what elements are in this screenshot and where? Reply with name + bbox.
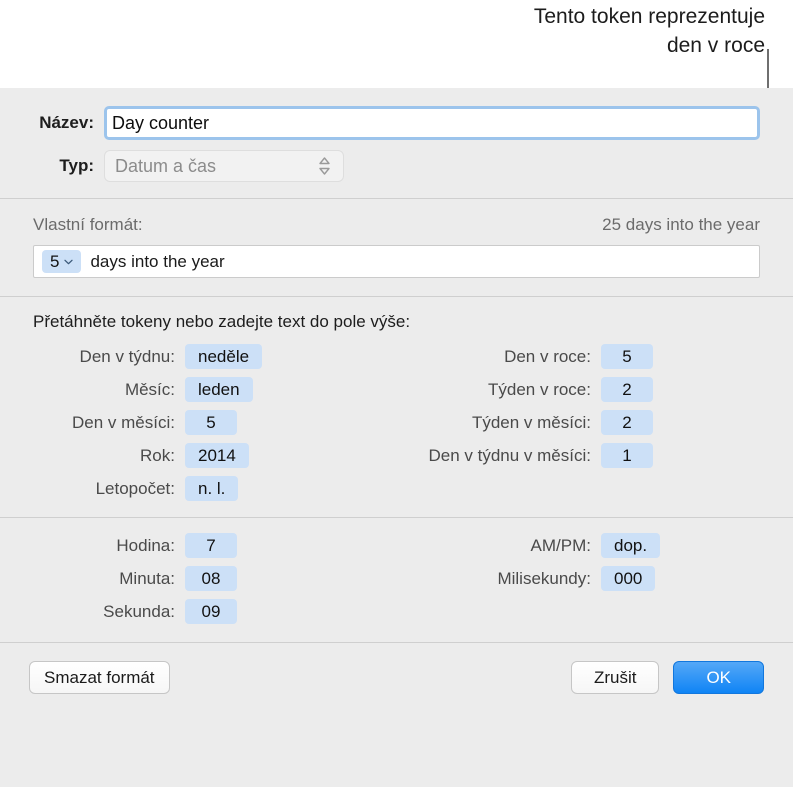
token-label: Milisekundy: — [497, 568, 591, 588]
format-literal-text: days into the year — [90, 251, 225, 271]
date-tokens-right-column: Den v roce: 5 Týden v roce: 2 Týden v mě… — [396, 344, 793, 501]
token-chip-week-of-year[interactable]: 2 — [601, 377, 653, 402]
time-tokens-section: Hodina: 7 Minuta: 08 Sekunda: 09 AM/PM: … — [0, 518, 793, 642]
ok-button[interactable]: OK — [673, 661, 764, 694]
type-field-label: Typ: — [59, 156, 94, 175]
custom-format-label: Vlastní formát: — [33, 215, 143, 234]
token-row: Měsíc: leden — [0, 377, 396, 402]
token-row: Týden v měsíci: 2 — [396, 410, 793, 435]
token-chip-weekday-of-month[interactable]: 1 — [601, 443, 653, 468]
name-input-wrapper[interactable] — [104, 106, 760, 140]
date-tokens-left-column: Den v týdnu: neděle Měsíc: leden Den v m… — [0, 344, 396, 501]
token-label: Den v týdnu: — [79, 346, 175, 366]
name-field-label: Název: — [39, 113, 94, 132]
type-field-row: Typ: Datum a čas — [0, 150, 793, 182]
token-chip-weekday[interactable]: neděle — [185, 344, 263, 369]
token-chip-hour[interactable]: 7 — [185, 533, 237, 558]
callout-annotation-text: Tento token reprezentuje den v roce — [533, 5, 765, 57]
token-label: Týden v měsíci: — [471, 412, 591, 432]
token-chip-day-of-year[interactable]: 5 — [601, 344, 653, 369]
type-select-value: Datum a čas — [115, 155, 217, 176]
token-row: Týden v roce: 2 — [396, 377, 793, 402]
name-input[interactable] — [107, 109, 757, 137]
time-tokens-left-column: Hodina: 7 Minuta: 08 Sekunda: 09 — [0, 533, 396, 624]
token-row: Den v týdnu v měsíci: 1 — [396, 443, 793, 468]
token-label: Sekunda: — [103, 601, 175, 621]
time-tokens-right-column: AM/PM: dop. Milisekundy: 000 — [396, 533, 793, 624]
token-label: Týden v roce: — [488, 379, 591, 399]
format-token-day-of-year[interactable]: 5 — [42, 250, 82, 273]
token-label: Minuta: — [119, 568, 175, 588]
custom-format-section: Vlastní formát: 25 days into the year 5 … — [0, 199, 793, 296]
type-select[interactable]: Datum a čas — [104, 150, 344, 182]
token-chip-week-of-month[interactable]: 2 — [601, 410, 653, 435]
token-row: Sekunda: 09 — [0, 599, 396, 624]
token-chip-minute[interactable]: 08 — [185, 566, 237, 591]
token-chip-year[interactable]: 2014 — [185, 443, 249, 468]
token-chip-am-pm[interactable]: dop. — [601, 533, 661, 558]
custom-format-preview: 25 days into the year — [602, 215, 760, 234]
custom-format-header: Vlastní formát: 25 days into the year — [33, 215, 760, 235]
token-row: Minuta: 08 — [0, 566, 396, 591]
token-label: Den v týdnu v měsíci: — [428, 445, 591, 465]
chevron-up-down-icon — [318, 156, 331, 176]
token-row: Hodina: 7 — [0, 533, 396, 558]
date-tokens-columns: Den v týdnu: neděle Měsíc: leden Den v m… — [0, 344, 793, 501]
date-tokens-section: Přetáhněte tokeny nebo zadejte text do p… — [0, 297, 793, 517]
identity-section: Název: Typ: Datum a čas — [0, 88, 793, 198]
token-row: Den v roce: 5 — [396, 344, 793, 369]
token-row: Den v týdnu: neděle — [0, 344, 396, 369]
token-row: Milisekundy: 000 — [396, 566, 793, 591]
token-chip-milliseconds[interactable]: 000 — [601, 566, 656, 591]
token-chip-second[interactable]: 09 — [185, 599, 237, 624]
token-chip-day-of-month[interactable]: 5 — [185, 410, 237, 435]
format-token-value: 5 — [50, 251, 60, 271]
token-label: Den v roce: — [504, 346, 591, 366]
token-label: Hodina: — [116, 535, 175, 555]
token-label: Den v měsíci: — [72, 412, 175, 432]
token-label: Rok: — [140, 445, 175, 465]
token-chip-era[interactable]: n. l. — [185, 476, 239, 501]
token-row: AM/PM: dop. — [396, 533, 793, 558]
delete-format-button[interactable]: Smazat formát — [29, 661, 170, 694]
token-row: Rok: 2014 — [0, 443, 396, 468]
token-row: Den v měsíci: 5 — [0, 410, 396, 435]
custom-format-dialog: Název: Typ: Datum a čas Vlastní formát: — [0, 88, 793, 787]
token-label: Letopočet: — [95, 478, 175, 498]
token-row: Letopočet: n. l. — [0, 476, 396, 501]
time-tokens-columns: Hodina: 7 Minuta: 08 Sekunda: 09 AM/PM: … — [0, 533, 793, 624]
chevron-down-icon[interactable] — [64, 259, 74, 265]
token-chip-month[interactable]: leden — [185, 377, 253, 402]
dialog-footer: Smazat formát Zrušit OK — [0, 643, 793, 714]
cancel-button[interactable]: Zrušit — [570, 661, 660, 694]
format-editor-field[interactable]: 5 days into the year — [33, 245, 760, 278]
name-field-row: Název: — [0, 106, 793, 140]
tokens-hint-text: Přetáhněte tokeny nebo zadejte text do p… — [33, 312, 411, 331]
token-label: Měsíc: — [124, 379, 175, 399]
token-label: AM/PM: — [530, 535, 591, 555]
